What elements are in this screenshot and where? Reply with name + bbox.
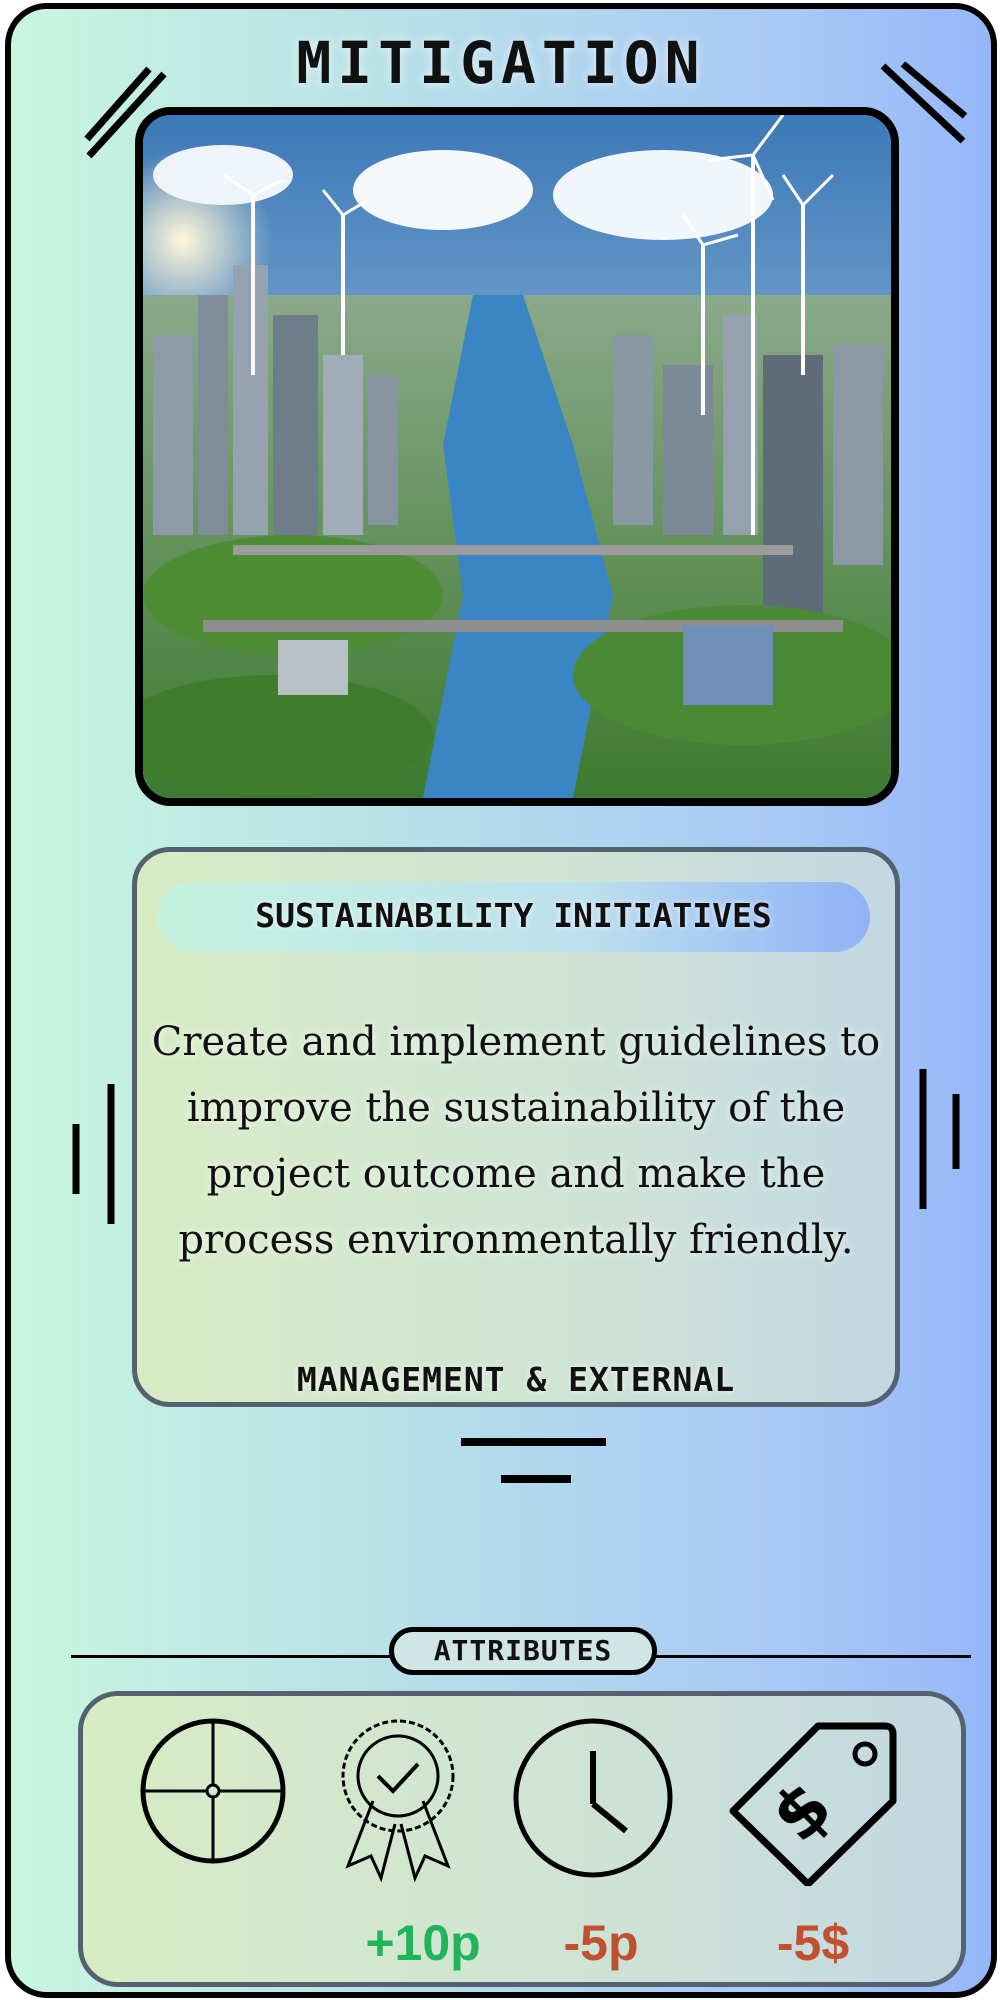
price-tag-dollar-icon: $ bbox=[729, 1722, 897, 1886]
attribute-value: -5p bbox=[563, 1915, 639, 1971]
attribute-quality: +10p bbox=[333, 1696, 513, 1986]
clock-icon bbox=[513, 1718, 673, 1878]
attributes-panel: +10p -5p $ -5$ bbox=[78, 1691, 966, 1987]
attribute-value: +10p bbox=[365, 1915, 481, 1971]
mitigation-card[interactable]: MITIGATION SUSTAINABILITY INITIATIVES Cr… bbox=[5, 3, 997, 1998]
left-bar-decoration bbox=[72, 1084, 115, 1224]
attribute-time: -5p bbox=[511, 1696, 691, 1986]
info-panel: SUSTAINABILITY INITIATIVES Create and im… bbox=[132, 847, 900, 1407]
attributes-label-box: ATTRIBUTES bbox=[389, 1627, 657, 1675]
card-subtitle: SUSTAINABILITY INITIATIVES bbox=[255, 896, 772, 935]
card-description: Create and implement guidelines to impro… bbox=[151, 1019, 881, 1263]
attributes-label: ATTRIBUTES bbox=[433, 1634, 613, 1667]
attribute-value: -5$ bbox=[776, 1915, 850, 1971]
award-ribbon-icon bbox=[341, 1719, 455, 1883]
crosshair-icon bbox=[140, 1718, 286, 1864]
attribute-cost: $ -5$ bbox=[723, 1696, 903, 1986]
attribute-target bbox=[138, 1696, 318, 1986]
subtitle-pill: SUSTAINABILITY INITIATIVES bbox=[157, 882, 870, 952]
right-bar-decoration bbox=[919, 1069, 960, 1209]
card-illustration bbox=[135, 107, 899, 806]
center-dash-decoration bbox=[461, 1438, 606, 1483]
card-category: MANAGEMENT & EXTERNAL bbox=[296, 1360, 736, 1399]
